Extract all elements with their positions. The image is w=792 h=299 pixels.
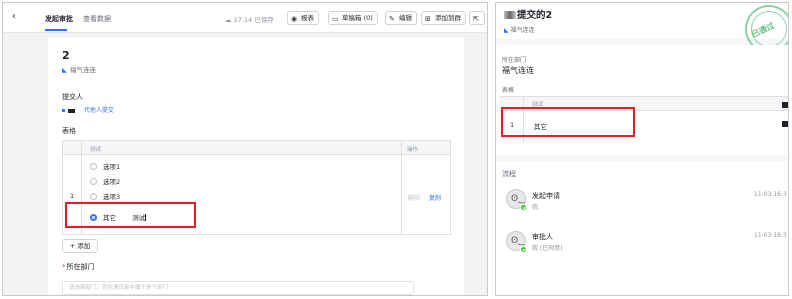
- active-tab-indicator: [45, 29, 67, 31]
- delete-row-button[interactable]: 删除: [408, 193, 420, 202]
- flow-node-time: 11-03 16:3: [754, 191, 787, 198]
- check-icon: [520, 204, 527, 211]
- detail-title: 提交的2: [504, 7, 552, 21]
- flow-section: 流程 ʘ‿ʘ 发起申请 我 11-03 16:3 ʘ‿ʘ 审批人 我 (已同意)…: [496, 161, 788, 295]
- department-label: *所在部门: [62, 262, 95, 272]
- option-label: 选项2: [103, 178, 121, 186]
- blurred-name: [504, 11, 516, 19]
- face-icon: ʘ‿ʘ: [511, 236, 526, 246]
- radio-option-3[interactable]: 选项3: [90, 191, 120, 201]
- indicator-dot: [62, 109, 65, 112]
- face-icon: ʘ‿ʘ: [511, 194, 526, 204]
- tag-icon: ◣: [62, 66, 67, 74]
- highlight-box: [501, 107, 635, 137]
- share-button[interactable]: ⇱: [469, 11, 485, 25]
- cropped-element: [782, 121, 788, 127]
- drafts-button-label: 草稿箱 (0): [342, 14, 373, 22]
- draft-icon: ▭: [332, 15, 339, 23]
- column-header-test: 测试: [90, 147, 102, 153]
- form-card: 2 ◣ 福气连连 提交人 代他人提交 表格 测试 操作 1 选项1 选项2 选项…: [48, 37, 464, 295]
- avatar: [68, 108, 75, 113]
- check-icon: [520, 246, 527, 253]
- flow-node-time: 11-03 16:3: [754, 232, 787, 239]
- copy-row-button[interactable]: 复制: [429, 193, 441, 202]
- form-subtitle: ◣ 福气连连: [62, 64, 96, 74]
- radio-option-2[interactable]: 选项2: [90, 176, 120, 186]
- cropped-element: [782, 102, 788, 108]
- chart-icon: ◉: [291, 15, 298, 23]
- flow-node-title: 审批人: [532, 233, 553, 241]
- row-number: 1: [70, 192, 75, 200]
- column-header-actions: 操作: [407, 147, 419, 153]
- edit-button-label: 编辑: [399, 14, 412, 22]
- add-to-group-label: 添加到群: [435, 14, 461, 22]
- table-label: 表格: [62, 127, 76, 135]
- share-icon: ⇱: [473, 15, 479, 23]
- form-subtitle-text: 福气连连: [70, 66, 96, 74]
- drafts-button[interactable]: ▭ 草稿箱 (0): [328, 11, 378, 25]
- report-button-label: 报表: [301, 14, 314, 22]
- flow-node-sub: 我 (已同意): [532, 245, 563, 252]
- approval-form-panel: ‹ 发起审批 查看数据 ☁ 17:14 已保存 ◉ 报表 ▭ 草稿箱 (0) ✎…: [2, 2, 488, 296]
- radio-icon: [90, 163, 97, 170]
- radio-option-1[interactable]: 选项1: [90, 161, 120, 171]
- detail-header: 提交的2 ◣ 福气连连 已通过: [496, 3, 788, 61]
- submitter-label: 提交人: [62, 93, 83, 101]
- edit-button[interactable]: ✎ 编辑: [385, 11, 417, 25]
- add-row-button[interactable]: + 添加: [62, 239, 98, 253]
- detail-subtitle: ◣ 福气连连: [504, 25, 535, 34]
- detail-fields: 所在部门 福气连连 表格 测试 1 其它: [496, 45, 788, 155]
- tab-view-data[interactable]: 查看数据: [83, 14, 111, 24]
- option-label: 选项1: [103, 163, 121, 171]
- tab-submit-approval[interactable]: 发起审批: [45, 14, 73, 24]
- pencil-icon: ✎: [389, 15, 395, 23]
- submit-on-behalf-text: 代他人提交: [83, 107, 114, 114]
- flow-node-title: 发起申请: [532, 192, 560, 200]
- department-label-text: 所在部门: [66, 263, 95, 271]
- tag-icon: ◣: [504, 27, 509, 34]
- group-icon: ⊞: [425, 15, 431, 23]
- add-to-group-button[interactable]: ⊞ 添加到群: [421, 11, 466, 25]
- radio-icon: [90, 178, 97, 185]
- submit-on-behalf-link[interactable]: 代他人提交: [62, 105, 114, 114]
- save-status-text: 17:14 已保存: [233, 16, 274, 24]
- department-label: 所在部门: [502, 57, 527, 64]
- top-bar: ‹ 发起审批 查看数据 ☁ 17:14 已保存 ◉ 报表 ▭ 草稿箱 (0) ✎…: [3, 3, 487, 33]
- department-select[interactable]: 请选择部门，您在通讯录中属于多个部门: [62, 281, 414, 295]
- department-value: 福气连连: [502, 66, 534, 75]
- flow-node-sub: 我: [532, 204, 539, 211]
- flow-title: 流程: [502, 170, 516, 178]
- table-label: 表格: [502, 87, 515, 94]
- table-header: 测试 操作: [63, 141, 450, 155]
- table-divider: [401, 141, 402, 234]
- detail-title-text: 提交的2: [517, 10, 553, 21]
- form-title: 2: [62, 49, 70, 62]
- approval-detail-panel: 提交的2 ◣ 福气连连 已通过 所在部门 福气连连 表格 测试 1 其它 流程 ʘ…: [495, 2, 789, 296]
- save-status: ☁ 17:14 已保存: [225, 16, 274, 24]
- detail-subtitle-text: 福气连连: [510, 27, 535, 34]
- highlight-box: [65, 202, 196, 228]
- option-label: 选项3: [103, 193, 121, 201]
- chevron-left-icon[interactable]: ‹: [12, 12, 22, 22]
- radio-icon: [90, 193, 97, 200]
- required-mark: *: [62, 263, 66, 271]
- report-button[interactable]: ◉ 报表: [287, 11, 319, 25]
